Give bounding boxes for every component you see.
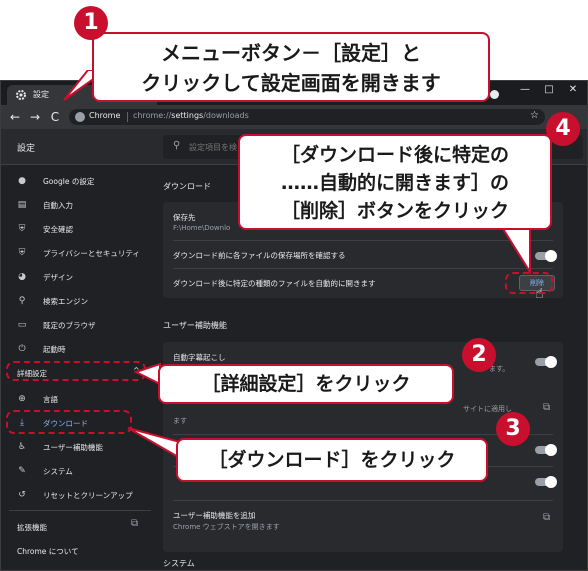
sidebar-item-google[interactable]: ● Google の設定 <box>1 170 159 192</box>
sidebar-item-label: 言語 <box>43 395 58 404</box>
address-bar[interactable]: Chrome chrome://settings/downloads ☆ <box>69 109 545 125</box>
auto-open-label: ダウンロード後に特定の種類のファイルを自動的に開きます <box>173 279 376 288</box>
callout-3: ［ダウンロード］をクリック <box>176 438 488 482</box>
sidebar-item-reset[interactable]: ↺ リセットとクリーンアップ <box>1 484 159 506</box>
sidebar-item-system[interactable]: ✎ システム <box>1 460 159 482</box>
sidebar-item-label: 既定のブラウザ <box>43 321 96 330</box>
shield-lock-icon: ⛨ <box>18 248 26 258</box>
url-path: /downloads <box>203 111 249 120</box>
search-icon: ⚲ <box>173 140 181 151</box>
sidebar-item-label: 検索エンジン <box>43 297 88 306</box>
sidebar-item-label: 安全確認 <box>43 225 73 234</box>
accessibility-icon: ♿ <box>17 442 27 452</box>
external-link-icon[interactable]: ⧉ <box>131 518 138 529</box>
step-4-badge: 4 <box>546 112 580 146</box>
site-label: Chrome <box>89 111 121 120</box>
back-button[interactable]: ← <box>7 109 23 125</box>
sidebar-item-label: 自動入力 <box>43 201 73 210</box>
a11y-toggle-4[interactable] <box>535 476 557 488</box>
sidebar-divider <box>9 510 151 511</box>
wrench-icon: ✎ <box>18 466 26 476</box>
live-caption-label: 自動字幕起こし <box>173 353 226 362</box>
callout4-pointer <box>498 224 531 276</box>
location-label: 保存先 <box>173 213 196 222</box>
sidebar-item-autofill[interactable]: ▤ 自動入力 <box>1 194 159 216</box>
step-1-badge: 1 <box>74 6 108 40</box>
add-a11y-desc: Chrome ウェブストアを開きます <box>173 523 280 531</box>
shield-icon: ⛨ <box>18 224 26 234</box>
url-text: chrome://settings/downloads <box>133 111 249 120</box>
sidebar-item-label: 起動時 <box>43 345 66 354</box>
add-a11y-label[interactable]: ユーザー補助機能を追加 <box>173 510 255 521</box>
callout4-line3: ［削除］ボタンをクリック <box>280 200 509 222</box>
callout-1: メニューボタン－［設定］と クリックして設定画面を開きます <box>92 32 490 102</box>
callout1-line2: クリックして設定画面を開きます <box>141 71 441 95</box>
person-icon: ● <box>18 176 26 186</box>
globe-icon: ⊕ <box>18 394 26 404</box>
sidebar-item-extensions[interactable]: 拡張機能 <box>17 522 47 533</box>
ask-location-label: ダウンロード前に各ファイルの保存場所を確認する <box>173 251 346 260</box>
callout-2: ［詳細設定］をクリック <box>158 364 454 404</box>
url-host: settings <box>171 111 204 120</box>
step-3-badge: 3 <box>496 412 530 446</box>
sidebar-item-default-browser[interactable]: ▭ 既定のブラウザ <box>1 314 159 336</box>
palette-icon: ◕ <box>18 272 26 282</box>
forward-button[interactable]: → <box>27 109 43 125</box>
sidebar-item-on-startup[interactable]: ⏻ 起動時 <box>1 338 159 360</box>
bookmark-star-icon[interactable]: ☆ <box>530 110 539 121</box>
external-link-icon[interactable]: ⧉ <box>543 402 550 413</box>
live-caption-toggle[interactable] <box>535 356 557 368</box>
location-value: F:\Home\Downlo <box>173 224 231 232</box>
callout-4: ［ダウンロード後に特定の ……自動的に開きます］の ［削除］ボタンをクリック <box>238 134 552 230</box>
downloads-highlight <box>6 410 132 434</box>
omnibox-divider <box>127 112 128 122</box>
clipboard-icon: ▤ <box>17 200 27 210</box>
step-2-badge: 2 <box>462 338 496 372</box>
power-icon: ⏻ <box>18 344 26 354</box>
callout3-text: ［ダウンロード］をクリック <box>208 449 456 471</box>
callout2-text: ［詳細設定］をクリック <box>201 373 411 395</box>
browser-icon: ▭ <box>17 320 27 330</box>
tab-title: 設定 <box>33 90 49 99</box>
sidebar-item-privacy[interactable]: ⛨ プライバシーとセキュリティ <box>1 242 159 264</box>
callout1-line1: メニューボタン－［設定］と <box>161 41 421 65</box>
sidebar-item-label: Google の設定 <box>43 177 95 186</box>
close-button[interactable]: ✕ <box>563 84 583 95</box>
sidebar-item-label: システム <box>43 467 73 476</box>
reset-icon: ↺ <box>18 490 26 500</box>
sidebar-item-label: デザイン <box>43 273 73 282</box>
sidebar-item-search-engine[interactable]: ⚲ 検索エンジン <box>1 290 159 312</box>
sidebar-item-appearance[interactable]: ◕ デザイン <box>1 266 159 288</box>
callout4-line1: ［ダウンロード後に特定の <box>280 144 509 166</box>
url-prefix: chrome:// <box>133 111 172 120</box>
reload-button[interactable]: C <box>47 109 63 125</box>
external-link-icon[interactable]: ⧉ <box>543 512 550 523</box>
sidebar-item-label: リセットとクリーンアップ <box>43 491 133 500</box>
sidebar-item-label: ユーザー補助機能 <box>43 443 103 452</box>
search-icon: ⚲ <box>18 296 26 306</box>
profile-icon[interactable] <box>490 90 499 99</box>
accessibility-section-title: ユーザー補助機能 <box>163 321 227 330</box>
row-divider <box>173 500 553 501</box>
sidebar-item-safety-check[interactable]: ⛨ 安全確認 <box>1 218 159 240</box>
maximize-button[interactable]: □ <box>539 84 559 95</box>
chrome-icon <box>75 112 85 122</box>
sidebar-item-label: プライバシーとセキュリティ <box>43 249 140 258</box>
callout4-line2: ……自動的に開きます］の <box>280 172 509 194</box>
minimize-button[interactable]: — <box>515 84 535 95</box>
page-title: 設定 <box>17 144 36 154</box>
gear-icon <box>16 90 26 100</box>
a11y-toggle-3[interactable] <box>535 444 557 456</box>
sidebar-item-about[interactable]: Chrome について <box>17 546 79 557</box>
downloads-section-title: ダウンロード <box>163 182 211 191</box>
advanced-highlight <box>6 361 146 381</box>
system-section-title: システム <box>163 559 195 568</box>
a11y-row2-desc: サイトに適用し <box>463 405 512 413</box>
